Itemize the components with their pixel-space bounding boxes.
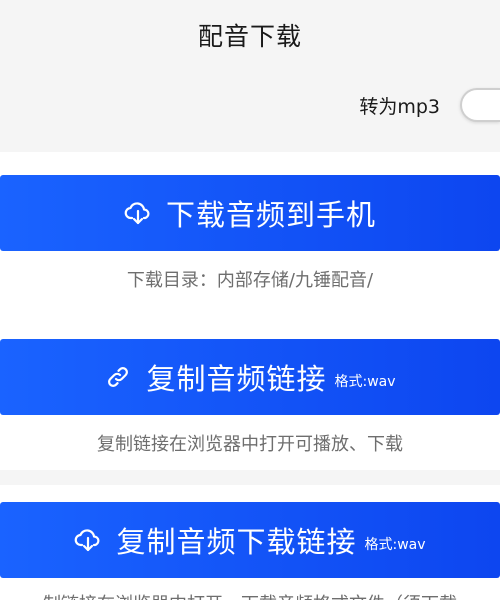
download-to-phone-button[interactable]: 下载音频到手机 xyxy=(0,175,500,251)
page-title: 配音下载 xyxy=(197,22,302,51)
copy-audio-download-link-button[interactable]: 复制音频下载链接 格式:wav xyxy=(0,502,500,578)
mp3-toggle-row: 转为mp3 xyxy=(359,85,500,125)
audio-format-label: 格式:wav xyxy=(334,374,396,390)
copy-audio-link-button[interactable]: 复制音频链接 格式:wav xyxy=(0,339,500,415)
copy-download-link-caption: 制链接在浏览器中打开，下载音频格式文件（须下载 xyxy=(0,590,500,600)
cloud-download-icon xyxy=(124,199,152,227)
cloud-download-icon xyxy=(74,526,102,554)
mp3-toggle-switch[interactable] xyxy=(460,88,500,122)
download-directory-caption: 下载目录：内部存储/九锤配音/ xyxy=(126,270,374,291)
copy-audio-link-label: 复制音频链接 xyxy=(146,362,327,396)
link-icon xyxy=(104,363,132,391)
mp3-toggle-label: 转为mp3 xyxy=(359,95,440,118)
page-header: 配音下载 xyxy=(0,0,500,70)
audio-format-label: 格式:wav xyxy=(364,537,426,553)
download-to-phone-label: 下载音频到手机 xyxy=(165,198,376,232)
copy-audio-download-link-label: 复制音频下载链接 xyxy=(116,525,357,559)
copy-link-caption: 复制链接在浏览器中打开可播放、下载 xyxy=(97,434,403,455)
